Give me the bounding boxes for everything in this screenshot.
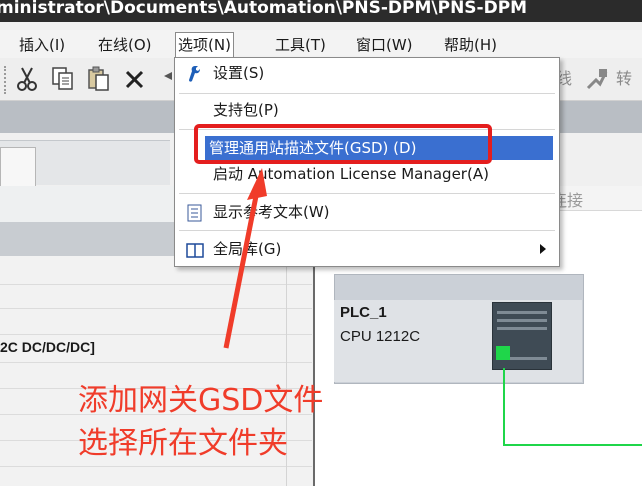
menu-item-reference-text[interactable]: 显示参考文本(W)	[176, 198, 558, 226]
network-line	[503, 444, 642, 446]
toolbar-label-goto[interactable]: 转	[616, 65, 632, 89]
plc-name: PLC_1	[340, 304, 387, 321]
table-row[interactable]	[0, 308, 312, 309]
annotation-text-line1: 添加网关GSD文件	[78, 383, 324, 418]
chevron-right-icon	[540, 244, 546, 254]
menu-item-license-manager[interactable]: 启动 Automation License Manager(A)	[176, 160, 558, 188]
left-panel-tabs	[0, 140, 170, 186]
reference-text-icon	[187, 204, 202, 222]
copy-button[interactable]	[48, 64, 78, 94]
table-row[interactable]	[0, 334, 312, 335]
cut-button[interactable]	[12, 64, 42, 94]
menu-tools[interactable]: 工具(T)	[273, 34, 328, 56]
network-line	[503, 368, 505, 446]
window-title-bar: ministrator\Documents\Automation\PNS-DPM…	[0, 0, 642, 22]
menu-separator	[179, 230, 555, 231]
menu-separator	[179, 93, 555, 94]
menu-item-global-library[interactable]: 全局库(G)	[176, 235, 558, 263]
menu-online[interactable]: 在线(O)	[96, 34, 154, 56]
table-row[interactable]	[0, 466, 312, 467]
table-row[interactable]	[0, 362, 312, 363]
menu-insert[interactable]: 插入(I)	[17, 34, 67, 56]
delete-button[interactable]	[120, 64, 150, 94]
online-button[interactable]	[582, 64, 612, 94]
copy-icon	[52, 67, 73, 90]
toolbar-grip[interactable]	[4, 66, 9, 94]
menu-separator	[179, 193, 555, 194]
paste-button[interactable]	[84, 64, 114, 94]
plug-icon	[586, 69, 608, 90]
menu-item-settings[interactable]: 设置(S)	[176, 59, 558, 87]
left-panel-tab[interactable]	[0, 147, 36, 186]
scissors-icon	[17, 67, 37, 91]
menu-item-support-packages[interactable]: 支持包(P)	[176, 96, 558, 124]
table-row[interactable]	[0, 284, 312, 285]
close-icon	[125, 70, 144, 89]
profinet-port[interactable]	[496, 346, 510, 360]
annotation-highlight-box	[194, 124, 492, 164]
menu-help[interactable]: 帮助(H)	[442, 34, 499, 56]
module-cell: 2C DC/DC/DC]	[0, 339, 95, 355]
wrench-icon	[189, 66, 200, 82]
window-title: ministrator\Documents\Automation\PNS-DPM…	[0, 0, 528, 18]
menu-window[interactable]: 窗口(W)	[354, 34, 415, 56]
menu-bar: 插入(I) 在线(O) 选项(N) 工具(T) 窗口(W) 帮助(H)	[0, 30, 642, 58]
library-icon	[186, 243, 204, 258]
paste-icon	[88, 66, 109, 91]
menu-options[interactable]: 选项(N)	[175, 32, 234, 58]
annotation-text-line2: 选择所在文件夹	[78, 426, 288, 461]
plc-cpu-type: CPU 1212C	[340, 328, 421, 345]
